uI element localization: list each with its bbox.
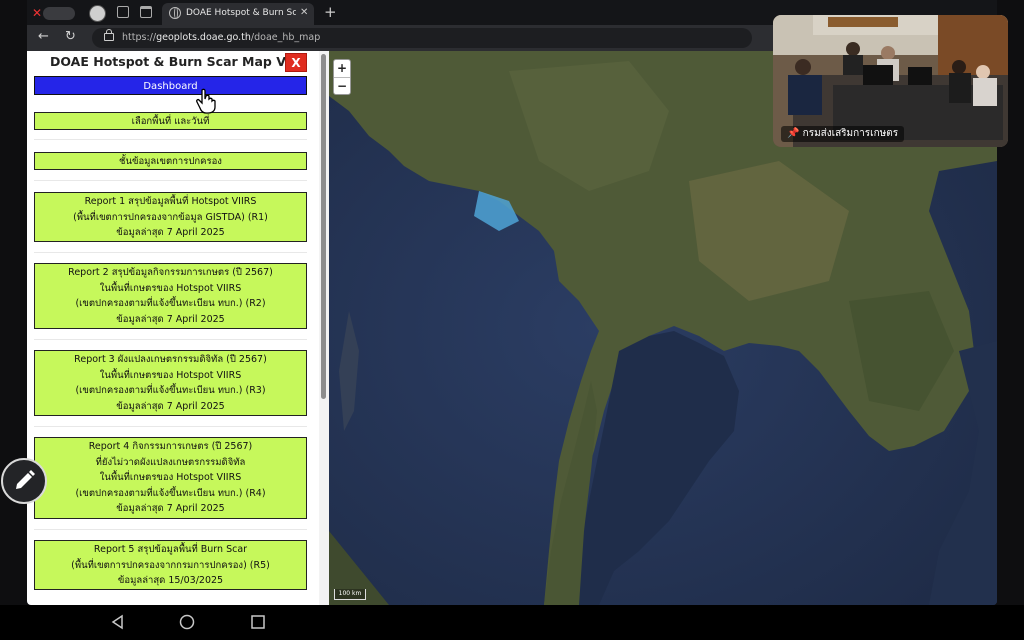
button-line: (พื้นที่เขตการปกครองจากกรมการปกครอง) (R5… [71, 559, 270, 571]
zoom-out-button[interactable]: − [334, 78, 350, 95]
zoom-control: + − [333, 59, 351, 95]
tab-close-icon[interactable]: ✕ [300, 7, 308, 19]
address-bar[interactable]: https://geoplots.doae.go.th/doae_hb_map [92, 28, 752, 48]
tab-active[interactable]: DOAE Hotspot & Burn Scar Map ✕ [162, 3, 314, 25]
url-path: /doae_hb_map [250, 32, 321, 43]
video-participant-label: 📌 กรมส่งเสริมการเกษตร [781, 126, 905, 142]
button-line: (พื้นที่เขตการปกครองจากข้อมูล GISTDA) (R… [73, 211, 268, 223]
button-line: ที่ยังไม่วาดผังแปลงเกษตรกรรมดิจิทัล [95, 456, 246, 468]
edit-fab-button[interactable] [1, 458, 47, 504]
button-line: Report 2 สรุปข้อมูลกิจกรรมการเกษตร (ปี 2… [68, 267, 273, 278]
pin-icon: 📌 [787, 128, 800, 139]
button-line: ในพื้นที่เกษตรของ Hotspot VIIRS [99, 282, 242, 294]
button-line: ข้อมูลล่าสุด 7 April 2025 [116, 313, 225, 325]
url-text: https://geoplots.doae.go.th/doae_hb_map [122, 32, 320, 43]
button-line: ข้อมูลล่าสุด 7 April 2025 [116, 400, 225, 412]
system-nav-bar [0, 605, 1024, 640]
report-1-button[interactable]: Report 1 สรุปข้อมูลพื้นที่ Hotspot VIIRS… [34, 192, 307, 242]
divider [34, 426, 307, 427]
back-arrow-icon[interactable]: ← [38, 30, 49, 44]
button-line: (เขตปกครองตามที่แจ้งขึ้นทะเบียน ทบก.) (R… [75, 487, 266, 499]
select-area-date-button[interactable]: เลือกพื้นที่ และวันที่ [34, 112, 307, 130]
button-line: (เขตปกครองตามที่แจ้งขึ้นทะเบียน ทบก.) (R… [75, 385, 266, 396]
tab-groups-icon[interactable] [117, 6, 129, 18]
button-line: ข้อมูลล่าสุด 7 April 2025 [116, 503, 225, 514]
video-call-tile[interactable]: 📌 กรมส่งเสริมการเกษตร [773, 15, 1008, 147]
globe-icon [169, 7, 181, 19]
tab-title: DOAE Hotspot & Burn Scar Map [186, 8, 296, 18]
new-tab-button[interactable]: + [324, 3, 337, 21]
reload-icon[interactable]: ↻ [65, 30, 76, 44]
camera-indicator [43, 7, 75, 20]
button-line: ข้อมูลล่าสุด 7 April 2025 [116, 227, 225, 238]
button-line: (เขตปกครองตามที่แจ้งขึ้นทะเบียน ทบก.) (R… [75, 298, 266, 309]
panel-scrollbar-thumb[interactable] [321, 54, 326, 399]
report-4-button[interactable]: Report 4 กิจกรรมการเกษตร (ปี 2567) ที่ยั… [34, 437, 307, 519]
button-line: ในพื้นที่เกษตรของ Hotspot VIIRS [99, 369, 242, 381]
home-circle-icon[interactable] [179, 614, 195, 630]
admin-layer-button[interactable]: ชั้นข้อมูลเขตการปกครอง [34, 152, 307, 170]
divider [34, 139, 307, 140]
divider [34, 252, 307, 253]
button-line: ข้อมูลล่าสุด 15/03/2025 [117, 575, 224, 586]
scale-bar: 100 km [334, 589, 366, 600]
close-panel-button[interactable]: X [285, 53, 307, 72]
window-icon[interactable] [140, 6, 152, 18]
lock-icon [104, 29, 114, 41]
divider [34, 529, 307, 530]
dashboard-button[interactable]: Dashboard [34, 76, 307, 95]
report-5-button[interactable]: Report 5 สรุปข้อมูลพื้นที่ Burn Scar (พื… [34, 540, 307, 590]
hand-cursor-icon [196, 88, 216, 114]
participant-name: กรมส่งเสริมการเกษตร [802, 128, 899, 139]
panel-title: DOAE Hotspot & Burn Scar Map V.2 [50, 54, 298, 69]
button-line: Report 3 ผังแปลงเกษตรกรรมดิจิทัล (ปี 256… [74, 354, 267, 365]
url-host: geoplots.doae.go.th [156, 32, 251, 43]
report-3-button[interactable]: Report 3 ผังแปลงเกษตรกรรมดิจิทัล (ปี 256… [34, 350, 307, 416]
pencil-icon [16, 470, 35, 489]
divider [34, 339, 307, 340]
button-line: Report 4 กิจกรรมการเกษตร (ปี 2567) [88, 441, 253, 452]
control-panel: DOAE Hotspot & Burn Scar Map V.2 X Dashb… [27, 51, 329, 605]
report-2-button[interactable]: Report 2 สรุปข้อมูลกิจกรรมการเกษตร (ปี 2… [34, 263, 307, 329]
button-line: เลือกพื้นที่ และวันที่ [131, 116, 210, 127]
zoom-in-button[interactable]: + [334, 60, 350, 78]
profile-avatar[interactable] [89, 5, 106, 22]
url-scheme: https:// [122, 32, 157, 43]
divider [34, 180, 307, 181]
button-line: ชั้นข้อมูลเขตการปกครอง [119, 156, 222, 167]
back-triangle-icon[interactable] [110, 614, 126, 630]
button-line: Report 1 สรุปข้อมูลพื้นที่ Hotspot VIIRS [84, 196, 257, 207]
button-line: ในพื้นที่เกษตรของ Hotspot VIIRS [99, 472, 242, 483]
recents-square-icon[interactable] [250, 614, 266, 630]
button-line: Report 5 สรุปข้อมูลพื้นที่ Burn Scar [93, 544, 248, 555]
